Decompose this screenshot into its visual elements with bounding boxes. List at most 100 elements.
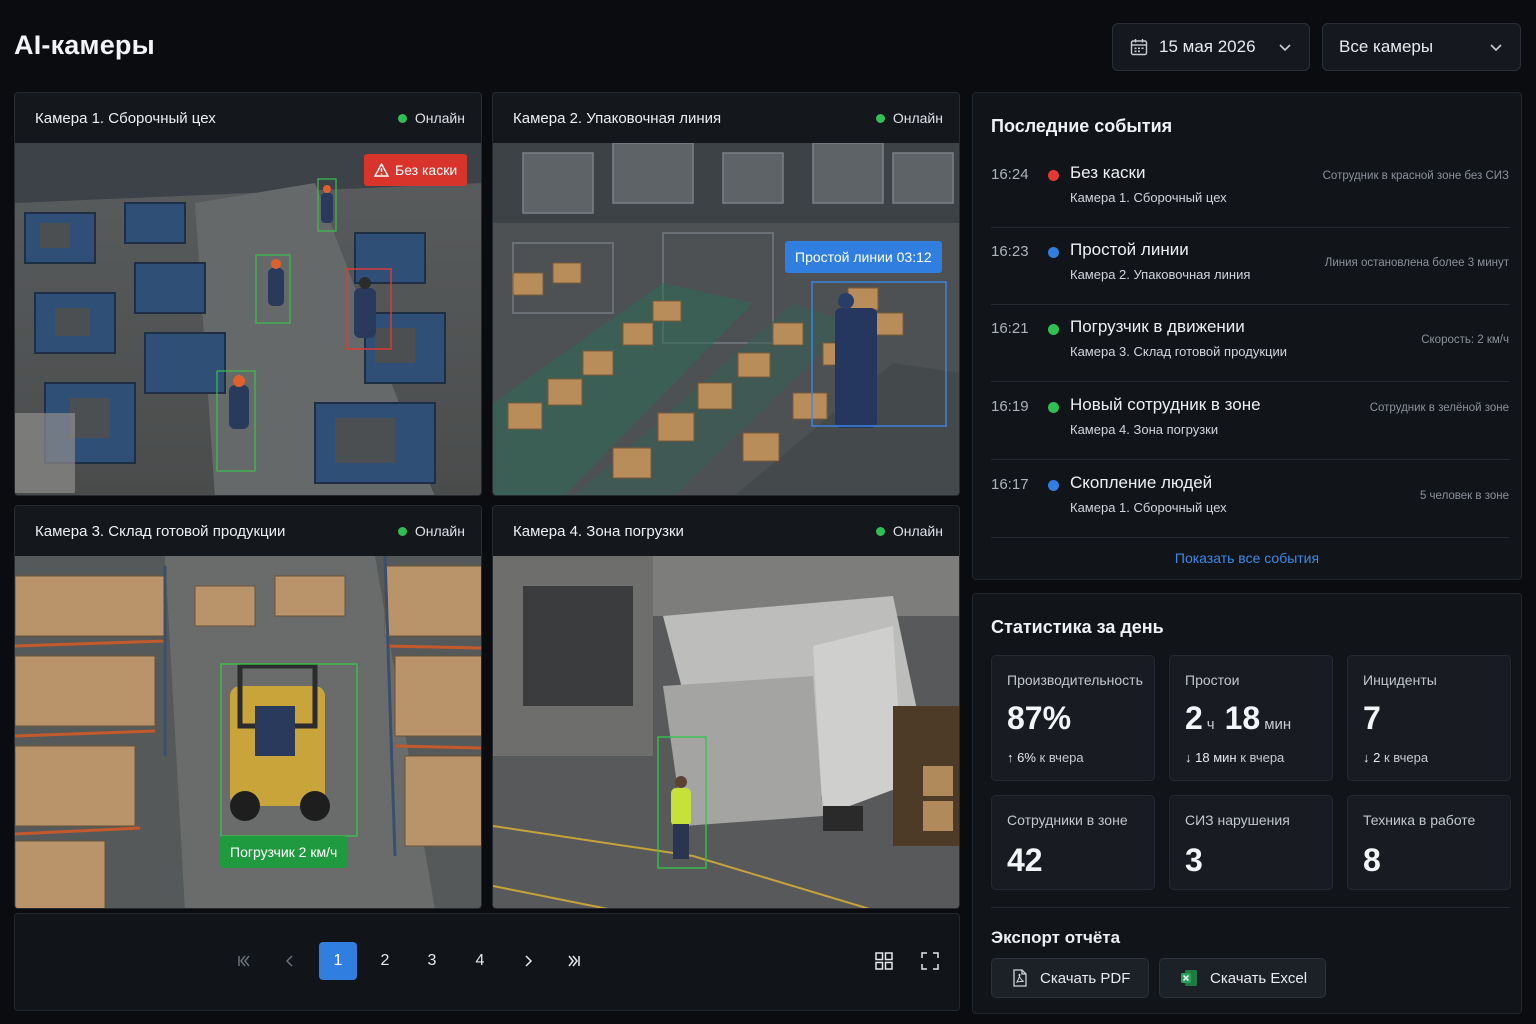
online-dot-icon (875, 113, 885, 123)
recent-events-panel: Последние события 16:24 Без каски Камера… (972, 92, 1522, 580)
stat-card-machinery: Техника в работе 8 (1347, 795, 1511, 890)
download-pdf-button[interactable]: Скачать PDF (991, 958, 1150, 998)
event-note: Сотрудник в красной зоне без СИЗ (1322, 170, 1509, 182)
event-status-dot-icon (1048, 324, 1059, 335)
stat-value: 87% (1007, 700, 1072, 736)
page-button-2[interactable]: 2 (366, 942, 404, 980)
stat-card-productivity: Производительность 87% ↑ 6% к вчера (991, 655, 1155, 781)
next-page-button[interactable] (509, 942, 547, 980)
status-label: Онлайн (892, 523, 943, 539)
arrow-down-icon: ↓ (1363, 750, 1370, 765)
assembly-floor-image (15, 143, 481, 495)
camera-tile-2[interactable]: Камера 2. Упаковочная линия Онлайн Прост… (492, 92, 960, 496)
last-page-button[interactable] (555, 942, 593, 980)
event-status-dot-icon (1048, 402, 1059, 413)
stat-value: 3 (1185, 842, 1203, 878)
event-time: 16:21 (991, 320, 1029, 337)
camera-feed-2[interactable]: Простой линии 03:12 (493, 143, 959, 495)
camera-feed-1[interactable]: Без каски (15, 143, 481, 495)
stat-card-ppe-violations: СИЗ нарушения 3 (1169, 795, 1333, 890)
camera-tile-4[interactable]: Камера 4. Зона погрузки Онлайн (492, 505, 960, 909)
event-status-dot-icon (1048, 247, 1059, 258)
event-status-dot-icon (1048, 480, 1059, 491)
event-item[interactable]: 16:24 Без каски Камера 1. Сборочный цех … (991, 150, 1509, 228)
page-button-4[interactable]: 4 (461, 942, 499, 980)
stat-label: Инциденты (1363, 672, 1437, 688)
page-button-1[interactable]: 1 (319, 942, 357, 980)
camera-pagination: 1 2 3 4 (14, 913, 960, 1011)
chevron-down-icon (1490, 44, 1502, 52)
camera-filter-select[interactable]: Все камеры (1322, 23, 1521, 71)
event-camera: Камера 3. Склад готовой продукции (1070, 344, 1287, 359)
stat-label: СИЗ нарушения (1185, 812, 1290, 828)
event-item[interactable]: 16:17 Скопление людей Камера 1. Сборочны… (991, 460, 1509, 538)
stat-value: 42 (1007, 842, 1043, 878)
event-item[interactable]: 16:21 Погрузчик в движении Камера 3. Скл… (991, 304, 1509, 382)
stat-value: 2 ч 18 мин (1185, 700, 1301, 737)
delta-value: 2 (1373, 750, 1381, 765)
first-page-icon (238, 955, 250, 967)
status-badge: Онлайн (397, 523, 465, 539)
status-label: Онлайн (414, 110, 465, 126)
fullscreen-button[interactable] (911, 942, 949, 980)
daily-stats-panel: Статистика за день Производительность 87… (972, 593, 1522, 1014)
download-excel-button[interactable]: Скачать Excel (1159, 958, 1327, 998)
camera-tile-3[interactable]: Камера 3. Склад готовой продукции Онлайн (14, 505, 482, 909)
alert-tag: Простой линии 03:12 (785, 241, 942, 273)
minutes-unit: мин (1264, 716, 1292, 733)
camera-feed-4[interactable] (493, 556, 959, 908)
camera-header: Камера 4. Зона погрузки Онлайн (493, 506, 959, 556)
delta-text: к вчера (1240, 750, 1285, 765)
event-status-dot-icon (1048, 170, 1059, 181)
date-picker[interactable]: 15 мая 2026 (1112, 23, 1310, 71)
stat-label: Простои (1185, 672, 1240, 688)
event-time: 16:23 (991, 243, 1029, 260)
arrow-down-icon: ↓ (1185, 750, 1192, 765)
minutes-value: 18 (1224, 700, 1261, 736)
page-button-3[interactable]: 3 (413, 942, 451, 980)
panel-title: Последние события (991, 116, 1173, 136)
grid-view-button[interactable] (865, 942, 903, 980)
event-title: Без каски (1070, 163, 1146, 182)
stat-value: 7 (1363, 700, 1381, 736)
stat-delta: ↓ 18 мин к вчера (1185, 750, 1284, 765)
alert-label: Погрузчик 2 км/ч (230, 844, 338, 860)
prev-page-icon (285, 955, 293, 967)
grid-view-icon (875, 952, 893, 970)
event-time: 16:19 (991, 398, 1029, 415)
delta-text: к вчера (1383, 750, 1429, 765)
packaging-line-image (493, 143, 959, 495)
page-title: AI-камеры (14, 30, 155, 60)
last-page-icon (568, 955, 580, 967)
camera-title: Камера 4. Зона погрузки (513, 522, 684, 540)
fullscreen-icon (921, 952, 939, 970)
event-item[interactable]: 16:23 Простой линии Камера 2. Упаковочна… (991, 227, 1509, 305)
warning-icon (374, 163, 389, 177)
calendar-icon (1130, 39, 1148, 56)
loading-dock-image (493, 556, 959, 908)
event-item[interactable]: 16:19 Новый сотрудник в зоне Камера 4. З… (991, 382, 1509, 460)
stat-label: Техника в работе (1363, 812, 1476, 828)
divider (991, 907, 1509, 908)
stat-delta: ↓ 2 к вчера (1363, 750, 1428, 765)
first-page-button[interactable] (225, 942, 263, 980)
download-excel-label: Скачать Excel (1210, 969, 1308, 987)
event-time: 16:17 (991, 476, 1029, 493)
online-dot-icon (397, 526, 407, 536)
camera-tile-1[interactable]: Камера 1. Сборочный цех Онлайн Без каски (14, 92, 482, 496)
hours-unit: ч (1206, 716, 1215, 733)
excel-file-icon (1181, 970, 1197, 986)
stat-card-employees: Сотрудники в зоне 42 (991, 795, 1155, 890)
show-all-events-link[interactable]: Показать все события (973, 550, 1521, 566)
alert-label: Без каски (395, 162, 458, 178)
camera-feed-3[interactable]: Погрузчик 2 км/ч (15, 556, 481, 908)
stat-label: Производительность (1007, 672, 1143, 688)
stat-delta: ↑ 6% к вчера (1007, 750, 1084, 765)
prev-page-button[interactable] (271, 942, 309, 980)
camera-header: Камера 2. Упаковочная линия Онлайн (493, 93, 959, 143)
event-title: Новый сотрудник в зоне (1070, 395, 1261, 414)
event-time: 16:24 (991, 166, 1029, 183)
event-note: Сотрудник в зелёной зоне (1369, 402, 1509, 414)
arrow-up-icon: ↑ (1007, 750, 1014, 765)
hours-value: 2 (1185, 700, 1203, 736)
